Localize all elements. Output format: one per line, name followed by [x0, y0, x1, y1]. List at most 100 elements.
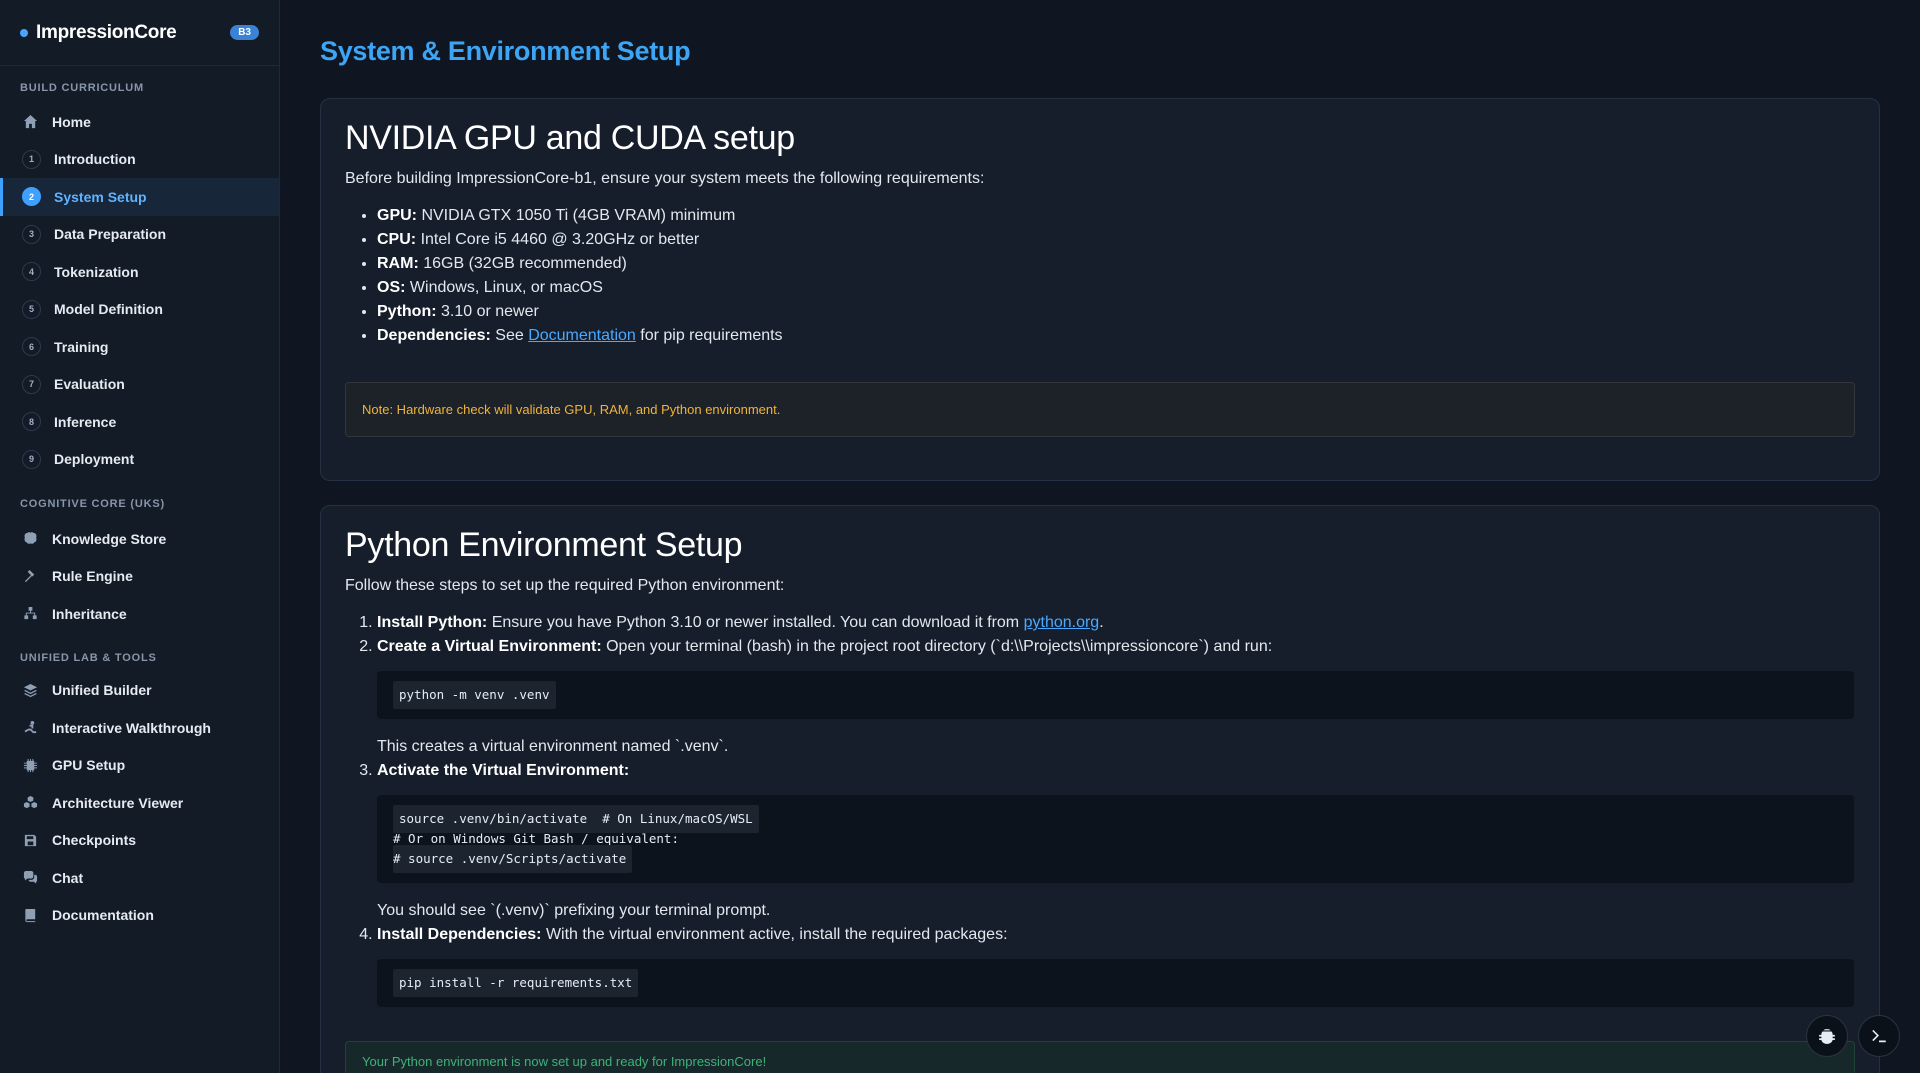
- sidebar-item-label: Knowledge Store: [52, 530, 167, 547]
- brand-dot-icon: [20, 28, 28, 37]
- debug-button[interactable]: [1806, 1015, 1848, 1057]
- code-text: # source .venv/Scripts/activate: [393, 845, 633, 873]
- step-number-badge: 9: [22, 449, 41, 469]
- list-item: Install Python: Ensure you have Python 3…: [377, 611, 1855, 635]
- sidebar-item-label: Checkpoints: [52, 832, 137, 849]
- sidebar-item-gpu-setup[interactable]: GPU Setup: [0, 747, 279, 785]
- sidebar-item-architecture-viewer[interactable]: Architecture Viewer: [0, 784, 279, 822]
- sidebar-item-inheritance[interactable]: Inheritance: [0, 595, 279, 633]
- sidebar-item-label: Training: [54, 338, 109, 355]
- chat-icon: [22, 870, 38, 886]
- sidebar-item-deployment[interactable]: 9 Deployment: [0, 441, 279, 479]
- sidebar: ImpressionCore B3 BUILD CURRICULUM Home …: [0, 0, 280, 1073]
- sidebar-item-system-setup[interactable]: 2 System Setup: [0, 178, 279, 216]
- sidebar-item-documentation[interactable]: Documentation: [0, 897, 279, 935]
- step-number-badge: 1: [22, 149, 41, 169]
- sidebar-item-label: Introduction: [54, 151, 136, 168]
- sidebar-item-label: Documentation: [52, 907, 154, 924]
- sidebar-item-training[interactable]: 6 Training: [0, 328, 279, 366]
- sidebar-item-label: Tokenization: [54, 263, 139, 280]
- sidebar-item-knowledge-store[interactable]: Knowledge Store: [0, 520, 279, 558]
- sidebar-item-label: Inference: [54, 413, 117, 430]
- card-heading: Python Environment Setup: [345, 526, 743, 564]
- sidebar-item-label: Data Preparation: [54, 226, 167, 243]
- page-title: System & Environment Setup: [320, 36, 691, 66]
- sidebar-item-interactive-walkthrough[interactable]: Interactive Walkthrough: [0, 709, 279, 747]
- sidebar-item-label: Chat: [52, 869, 84, 886]
- sidebar-item-label: Evaluation: [54, 376, 125, 393]
- step-number-badge: 4: [22, 262, 41, 282]
- walk-icon: [22, 720, 38, 736]
- sidebar-item-model-definition[interactable]: 5 Model Definition: [0, 291, 279, 329]
- sidebar-item-rule-engine[interactable]: Rule Engine: [0, 558, 279, 596]
- section-title-curriculum: BUILD CURRICULUM: [20, 82, 145, 94]
- list-item: Dependencies: See Documentation for pip …: [377, 324, 1855, 348]
- card-heading: NVIDIA GPU and CUDA setup: [345, 119, 795, 157]
- sidebar-item-chat[interactable]: Chat: [0, 859, 279, 897]
- list-item: RAM: 16GB (32GB recommended): [377, 252, 1855, 276]
- terminal-button[interactable]: [1858, 1015, 1900, 1057]
- sidebar-item-introduction[interactable]: 1 Introduction: [0, 141, 279, 179]
- step-number-badge: 3: [22, 224, 41, 244]
- step-number-badge: 8: [22, 412, 41, 432]
- code-text: python -m venv .venv: [393, 681, 556, 709]
- requirements-list: GPU: NVIDIA GTX 1050 Ti (4GB VRAM) minim…: [377, 204, 1855, 348]
- terminal-icon: [1872, 1029, 1886, 1043]
- card-intro: Follow these steps to set up the require…: [345, 577, 785, 594]
- python-org-link[interactable]: python.org: [1024, 614, 1100, 631]
- code-block[interactable]: pip install -r requirements.txt: [377, 959, 1854, 1007]
- sidebar-item-label: Interactive Walkthrough: [52, 719, 211, 736]
- version-badge: B3: [230, 25, 259, 40]
- gpu-requirements-card: NVIDIA GPU and CUDA setup Before buildin…: [320, 98, 1880, 481]
- sidebar-item-label: Home: [52, 113, 91, 130]
- sidebar-item-evaluation[interactable]: 7 Evaluation: [0, 366, 279, 404]
- sidebar-item-unified-builder[interactable]: Unified Builder: [0, 672, 279, 710]
- list-item: Create a Virtual Environment: Open your …: [377, 635, 1855, 759]
- code-block[interactable]: python -m venv .venv: [377, 671, 1854, 719]
- chip-icon: [22, 757, 38, 773]
- sidebar-item-checkpoints[interactable]: Checkpoints: [0, 822, 279, 860]
- layers-icon: [22, 682, 38, 698]
- bug-icon: [1819, 1029, 1835, 1044]
- sidebar-item-data-preparation[interactable]: 3 Data Preparation: [0, 216, 279, 254]
- section-title-cognitive: COGNITIVE CORE (UKS): [20, 498, 165, 510]
- step-number-badge: 2: [22, 187, 41, 207]
- sidebar-item-label: System Setup: [54, 188, 147, 205]
- step-number-badge: 6: [22, 337, 41, 357]
- python-setup-card: Python Environment Setup Follow these st…: [320, 505, 1880, 1073]
- sidebar-item-label: Deployment: [54, 451, 135, 468]
- list-item: CPU: Intel Core i5 4460 @ 3.20GHz or bet…: [377, 228, 1855, 252]
- list-item: OS: Windows, Linux, or macOS: [377, 276, 1855, 300]
- sidebar-item-inference[interactable]: 8 Inference: [0, 403, 279, 441]
- gavel-icon: [22, 568, 38, 584]
- home-icon: [22, 114, 38, 130]
- app-title: ImpressionCore: [36, 21, 177, 43]
- sidebar-item-label: GPU Setup: [52, 757, 126, 774]
- main-content: System & Environment Setup NVIDIA GPU an…: [280, 0, 1920, 1073]
- code-text: pip install -r requirements.txt: [393, 969, 639, 997]
- list-item: GPU: NVIDIA GTX 1050 Ti (4GB VRAM) minim…: [377, 204, 1855, 228]
- step-note: This creates a virtual environment named…: [377, 738, 729, 755]
- hardware-check-note: Note: Hardware check will validate GPU, …: [345, 382, 1855, 437]
- documentation-link[interactable]: Documentation: [528, 327, 636, 344]
- card-intro: Before building ImpressionCore-b1, ensur…: [345, 170, 985, 187]
- sidebar-item-label: Unified Builder: [52, 682, 152, 699]
- list-item: Install Dependencies: With the virtual e…: [377, 923, 1855, 1007]
- step-note: You should see `(.venv)` prefixing your …: [377, 902, 771, 919]
- brain-icon: [22, 531, 38, 547]
- list-item: Python: 3.10 or newer: [377, 300, 1855, 324]
- success-message: Your Python environment is now set up an…: [345, 1041, 1855, 1073]
- setup-steps-list: Install Python: Ensure you have Python 3…: [377, 611, 1855, 1007]
- step-number-badge: 5: [22, 299, 41, 319]
- code-block[interactable]: source .venv/bin/activate # On Linux/mac…: [377, 795, 1854, 883]
- cubes-icon: [22, 795, 38, 811]
- sidebar-item-home[interactable]: Home: [0, 103, 279, 141]
- list-item: Activate the Virtual Environment: source…: [377, 759, 1855, 923]
- brand-header: ImpressionCore B3: [0, 0, 279, 66]
- section-title-tools: UNIFIED LAB & TOOLS: [20, 651, 157, 664]
- sidebar-item-label: Architecture Viewer: [52, 794, 184, 811]
- save-icon: [22, 832, 38, 848]
- sidebar-item-label: Model Definition: [54, 301, 163, 318]
- sidebar-item-tokenization[interactable]: 4 Tokenization: [0, 253, 279, 291]
- step-number-badge: 7: [22, 374, 41, 394]
